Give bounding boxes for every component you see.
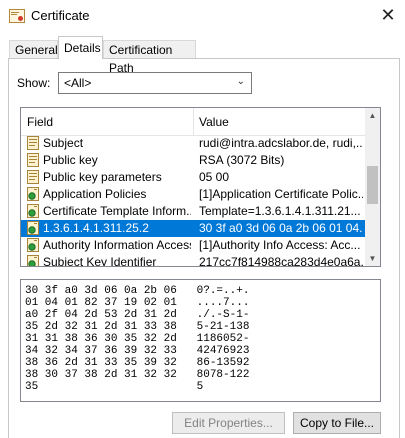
field-value: 217cc7f814988ca283d4e0a6a...	[199, 255, 363, 267]
list-item[interactable]: Subject rudi@intra.adcslabor.de, rudi,..…	[21, 135, 365, 152]
extension-field-icon	[27, 255, 39, 266]
field-value: RSA (3072 Bits)	[199, 153, 285, 167]
hex-line: 38 30 37 38 2d 31 32 32 8078-122	[25, 369, 250, 381]
close-icon[interactable]: ✕	[373, 1, 403, 29]
field-value: [1]Application Certificate Polic...	[199, 187, 363, 201]
field-name: Public key parameters	[43, 170, 162, 184]
chevron-down-icon: ⌄	[236, 76, 245, 87]
show-dropdown[interactable]: <All> ⌄	[58, 72, 252, 94]
show-selected-value: <All>	[64, 76, 92, 90]
extension-field-icon	[27, 221, 39, 235]
show-label: Show:	[17, 76, 51, 90]
hex-line: 01 04 01 82 37 19 02 01 ....7...	[25, 297, 250, 309]
column-header-field[interactable]: Field	[27, 115, 53, 129]
field-name: Subject	[43, 136, 84, 150]
extension-field-icon	[27, 238, 39, 252]
tab-strip: General Details Certification Path	[0, 36, 405, 75]
field-name: 1.3.6.1.4.1.311.25.2	[43, 221, 149, 235]
field-value: Template=1.3.6.1.4.1.311.21...	[199, 204, 361, 218]
document-field-icon	[27, 170, 39, 184]
value-detail-box[interactable]: 30 3f a0 3d 06 0a 2b 06 0?.=..+. 01 04 0…	[20, 279, 381, 402]
field-name: Authority Information Access	[43, 238, 191, 252]
column-header-value[interactable]: Value	[199, 115, 229, 129]
field-name: Subject Key Identifier	[43, 255, 157, 267]
edit-properties-button[interactable]: Edit Properties...	[172, 412, 285, 434]
tab-details[interactable]: Details	[58, 36, 103, 59]
list-item[interactable]: Public key RSA (3072 Bits)	[21, 152, 365, 169]
copy-to-file-button[interactable]: Copy to File...	[293, 412, 381, 434]
list-item[interactable]: Certificate Template Inform... Template=…	[21, 203, 365, 220]
hex-line: 30 3f a0 3d 06 0a 2b 06 0?.=..+.	[25, 285, 250, 297]
list-item[interactable]: Public key parameters 05 00	[21, 169, 365, 186]
window-title: Certificate	[31, 8, 90, 23]
field-value: rudi@intra.adcslabor.de, rudi,...	[199, 136, 363, 150]
hex-line: 34 32 34 37 36 39 32 33 42476923	[25, 345, 250, 357]
document-field-icon	[27, 153, 39, 167]
field-value: 30 3f a0 3d 06 0a 2b 06 01 04...	[199, 221, 363, 235]
list-item-selected[interactable]: 1.3.6.1.4.1.311.25.2 30 3f a0 3d 06 0a 2…	[21, 220, 365, 237]
hex-line: 38 36 2d 31 33 35 39 32 86-13592	[25, 357, 250, 369]
field-value: [1]Authority Info Access: Acc...	[199, 238, 361, 252]
vertical-scrollbar[interactable]: ▲ ▼	[365, 108, 380, 266]
scrollbar-thumb[interactable]	[367, 166, 378, 204]
field-value: 05 00	[199, 170, 230, 184]
list-item[interactable]: Application Policies [1]Application Cert…	[21, 186, 365, 203]
field-name: Public key	[43, 153, 98, 167]
scroll-up-icon[interactable]: ▲	[365, 108, 380, 123]
hex-line: 35 5	[25, 381, 204, 393]
hex-line: 31 31 38 36 30 35 32 2d 1186052-	[25, 333, 250, 345]
scroll-down-icon[interactable]: ▼	[365, 251, 380, 266]
document-field-icon	[27, 136, 39, 150]
tab-certification-path[interactable]: Certification Path	[103, 40, 196, 75]
list-header: Field Value	[21, 108, 365, 136]
certificate-icon	[9, 9, 25, 23]
extension-field-icon	[27, 187, 39, 201]
tab-general[interactable]: General	[9, 40, 58, 58]
hex-line: a0 2f 04 2d 53 2d 31 2d ./.-S-1-	[25, 309, 250, 321]
list-item[interactable]: Authority Information Access [1]Authorit…	[21, 237, 365, 254]
list-item[interactable]: Subject Key Identifier 217cc7f814988ca28…	[21, 254, 365, 267]
field-name: Certificate Template Inform...	[43, 204, 191, 218]
field-name: Application Policies	[43, 187, 147, 201]
hex-line: 35 2d 32 31 2d 31 33 38 5-21-138	[25, 321, 250, 333]
extension-field-icon	[27, 204, 39, 218]
column-divider[interactable]	[193, 108, 194, 135]
field-list[interactable]: Field Value Subject rudi@intra.adcslabor…	[20, 107, 381, 267]
